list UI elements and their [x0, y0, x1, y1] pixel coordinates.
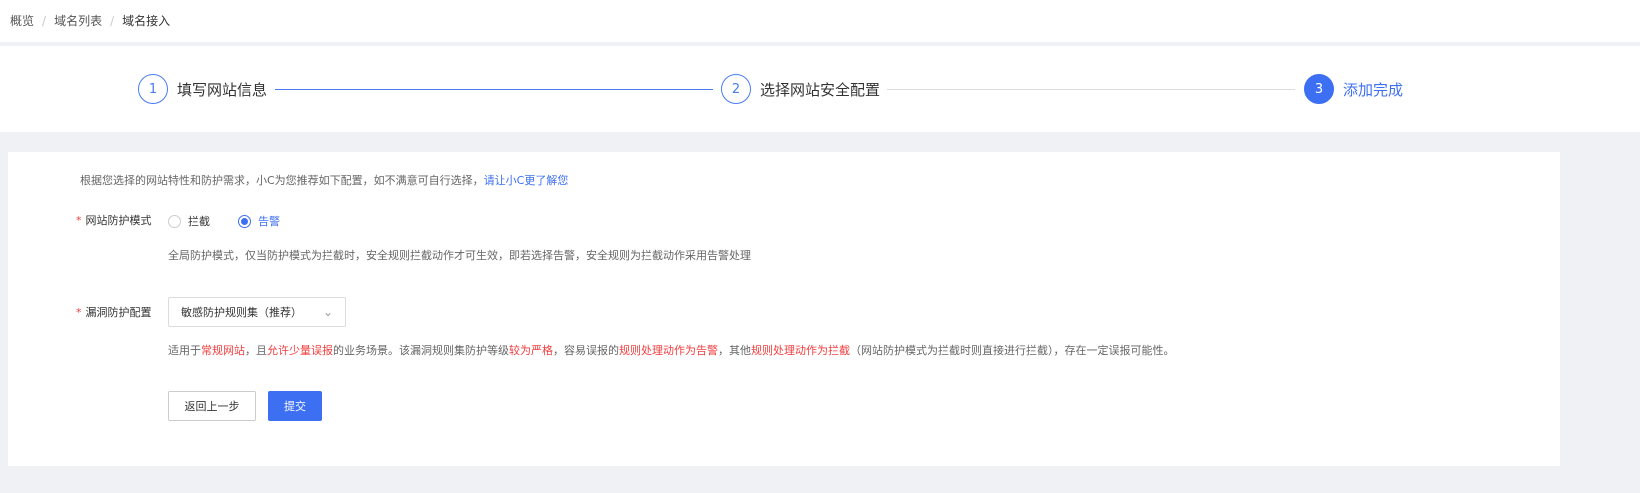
radio-label: 拦截	[188, 215, 210, 228]
breadcrumb-separator: /	[42, 14, 47, 28]
header: 概览 / 域名列表 / 域名接入	[0, 0, 1640, 42]
step-2: 2 选择网站安全配置	[721, 74, 880, 104]
submit-button[interactable]: 提交	[268, 391, 322, 421]
mode-label: * 网站防护模式	[76, 214, 152, 227]
vuln-label-text: 漏洞防护配置	[85, 306, 152, 319]
step-label: 选择网站安全配置	[760, 80, 881, 99]
step-number: 1	[138, 74, 168, 104]
step-number: 2	[721, 74, 751, 104]
desc-highlight: 规则处理动作为拦截	[751, 344, 850, 357]
radio-block[interactable]: 拦截	[168, 213, 210, 229]
desc-part: ，且	[245, 344, 267, 357]
radio-circle[interactable]	[238, 214, 251, 228]
breadcrumb-overview[interactable]: 概览	[10, 14, 34, 28]
note-text: 根据您选择的网站特性和防护需求，小C为您推荐如下配置，如不满意可自行选择，	[80, 174, 484, 187]
breadcrumb-separator: /	[110, 14, 115, 28]
steps-bar: 1 填写网站信息 2 选择网站安全配置 3 添加完成	[0, 46, 1640, 132]
desc-part: 适用于	[168, 344, 201, 357]
step-3: 3 添加完成	[1304, 74, 1403, 104]
ruleset-select[interactable]: 敏感防护规则集（推荐） ⌄	[168, 297, 346, 327]
desc-part: ，容易误报的	[553, 344, 619, 357]
breadcrumb: 概览 / 域名列表 / 域名接入	[10, 12, 170, 29]
desc-part: （网站防护模式为拦截时则直接进行拦截），存在一定误报可能性。	[850, 344, 1175, 357]
mode-description: 全局防护模式，仅当防护模式为拦截时，安全规则拦截动作才可生效，即若选择告警，安全…	[168, 249, 751, 262]
desc-highlight: 规则处理动作为告警	[619, 344, 718, 357]
radio-alert[interactable]: 告警	[238, 213, 280, 229]
radio-label: 告警	[258, 215, 280, 228]
desc-highlight: 常规网站	[201, 344, 245, 357]
desc-part: ，其他	[718, 344, 751, 357]
step-connector	[887, 89, 1295, 90]
breadcrumb-current: 域名接入	[122, 14, 171, 28]
desc-highlight: 允许少量误报	[267, 344, 333, 357]
step-label: 填写网站信息	[177, 80, 268, 99]
chevron-down-icon: ⌄	[322, 305, 333, 319]
mode-label-text: 网站防护模式	[85, 214, 152, 227]
vuln-label: * 漏洞防护配置	[76, 306, 152, 319]
desc-part: 的业务场景。该漏洞规则集防护等级	[333, 344, 509, 357]
select-value: 敏感防护规则集（推荐）	[181, 306, 302, 319]
recommend-note: 根据您选择的网站特性和防护需求，小C为您推荐如下配置，如不满意可自行选择，请让小…	[80, 172, 568, 188]
step-1: 1 填写网站信息	[138, 74, 267, 104]
step-label: 添加完成	[1343, 80, 1404, 99]
step-connector	[275, 89, 713, 90]
learn-more-link[interactable]: 请让小C更了解您	[484, 174, 569, 187]
desc-highlight: 较为严格	[509, 344, 553, 357]
ruleset-description: 适用于常规网站，且允许少量误报的业务场景。该漏洞规则集防护等级较为严格，容易误报…	[168, 342, 1175, 358]
step-number: 3	[1304, 74, 1334, 104]
config-form: 根据您选择的网站特性和防护需求，小C为您推荐如下配置，如不满意可自行选择，请让小…	[8, 152, 1560, 466]
radio-circle[interactable]	[168, 214, 181, 228]
breadcrumb-domain-list[interactable]: 域名列表	[54, 14, 102, 28]
back-button[interactable]: 返回上一步	[168, 391, 256, 421]
